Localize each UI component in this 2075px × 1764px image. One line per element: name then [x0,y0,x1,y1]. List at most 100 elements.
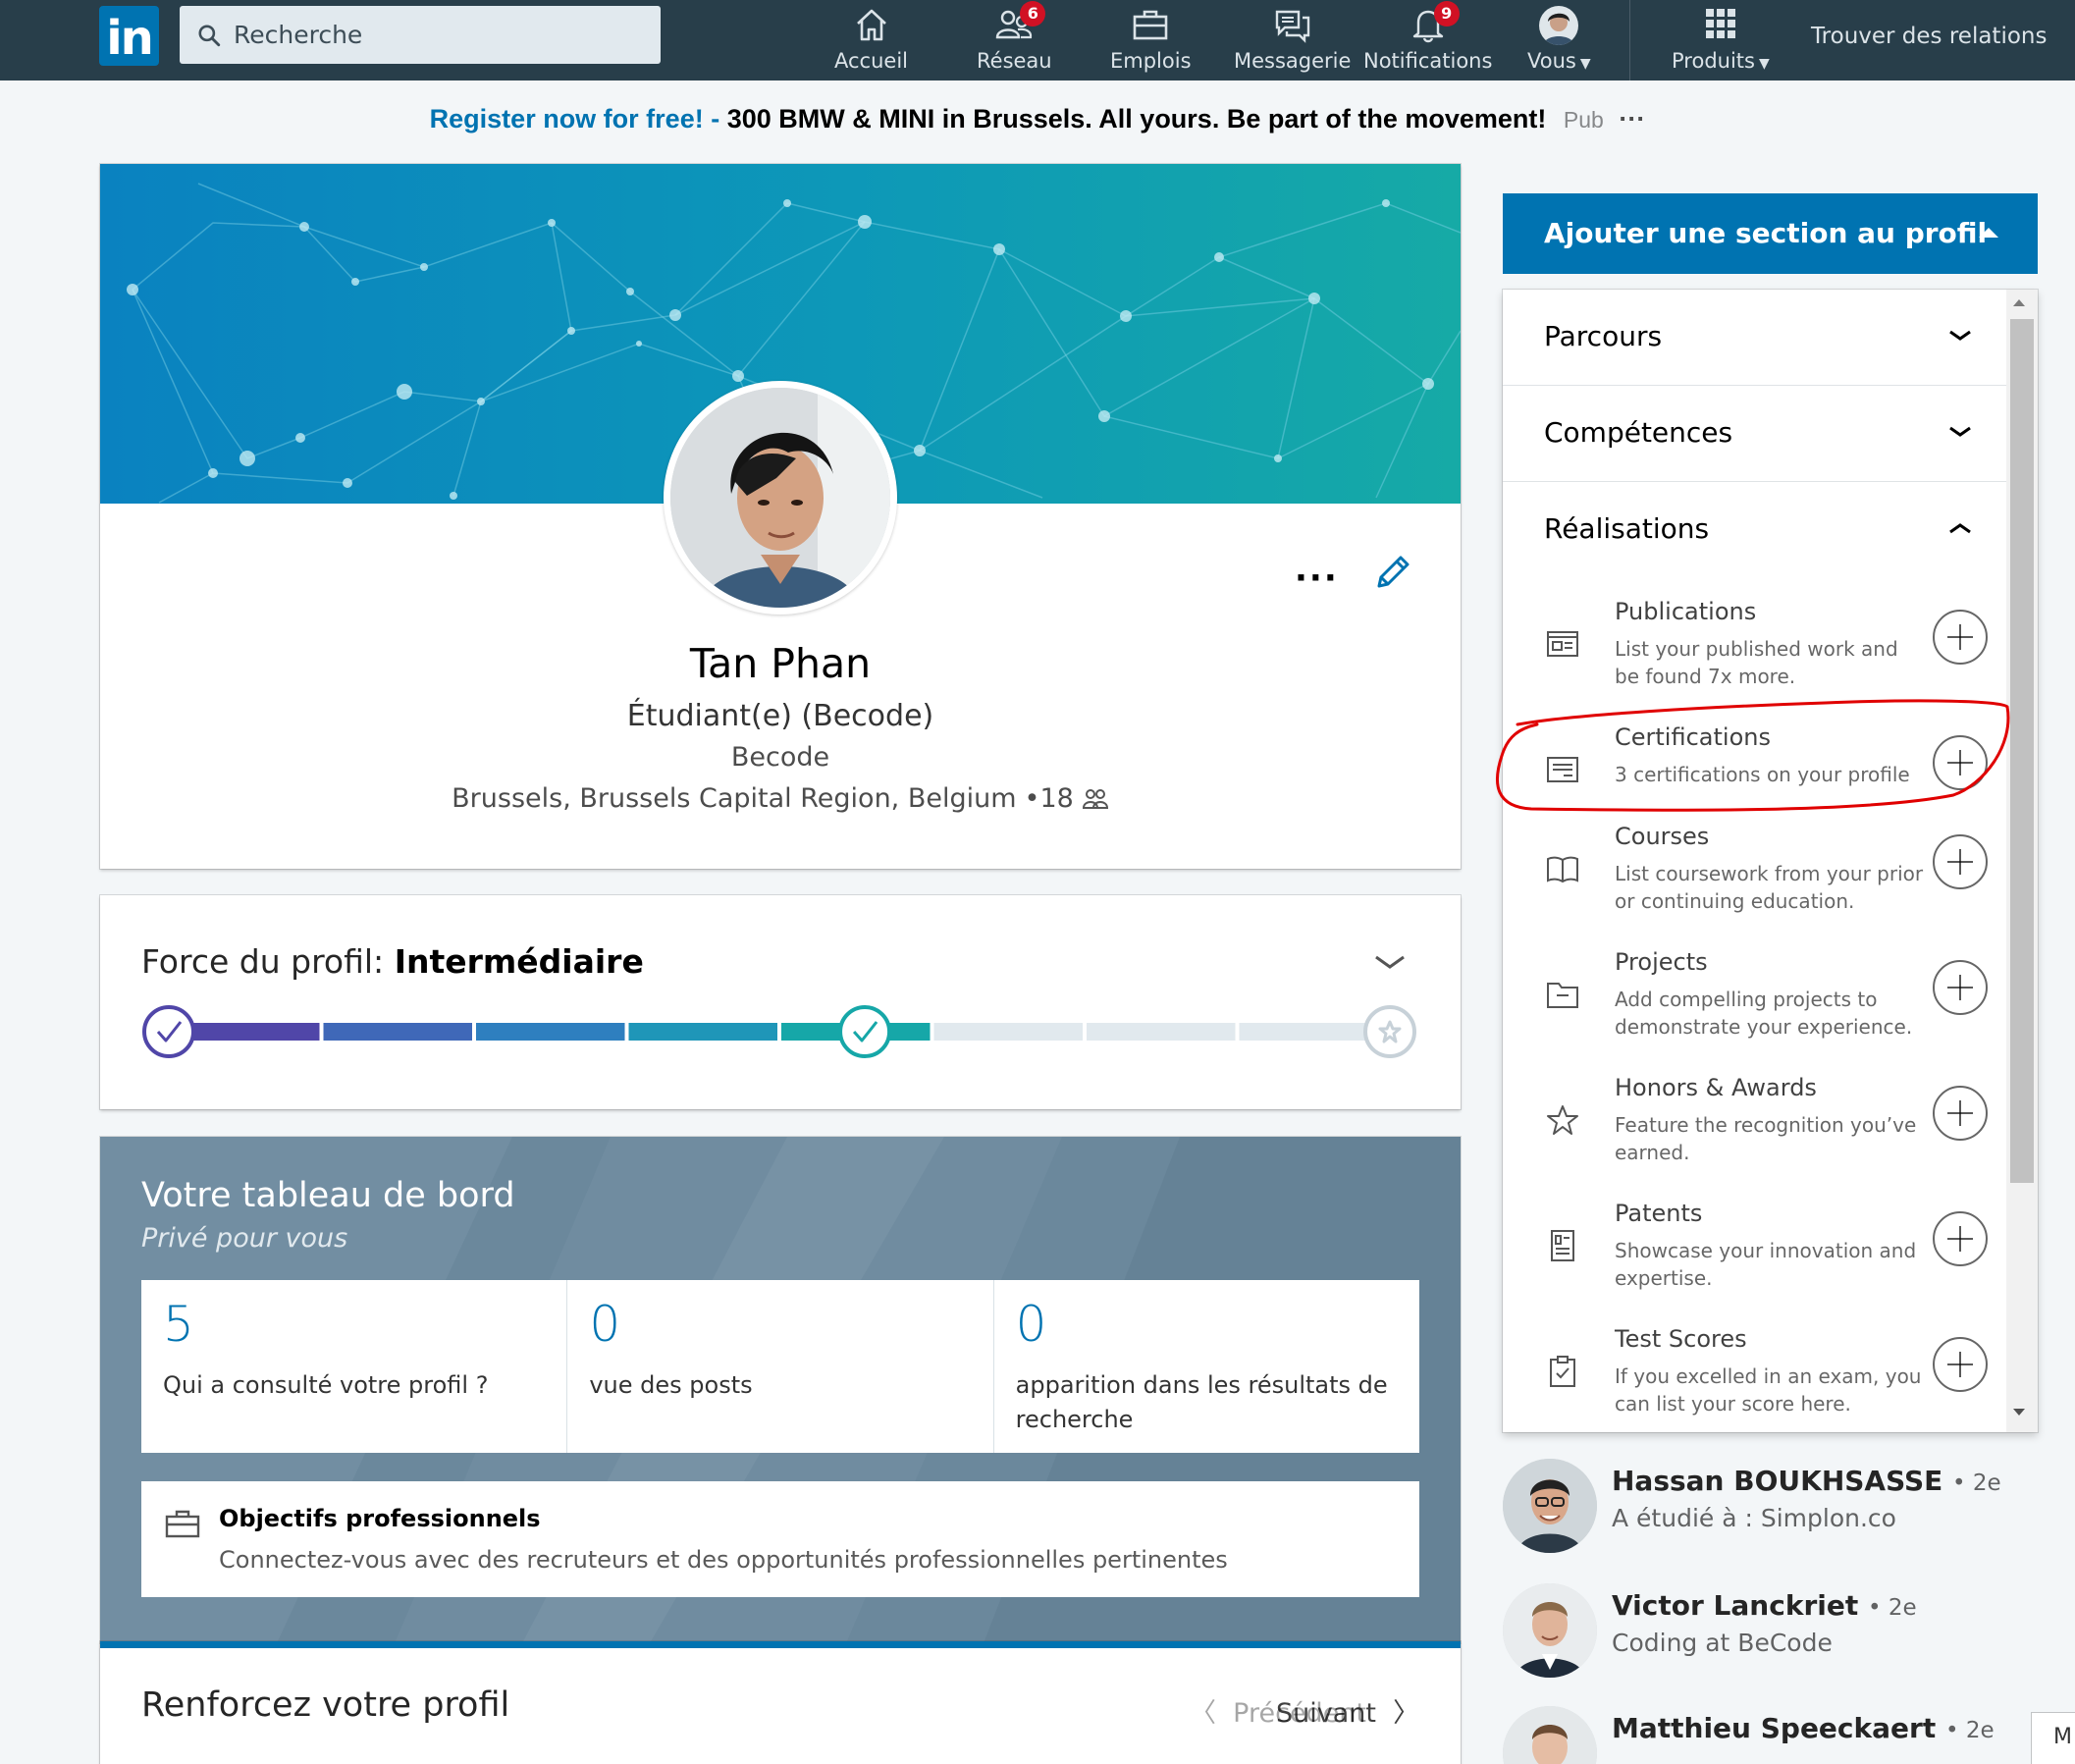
profile-company[interactable]: Becode [100,742,1461,773]
grid-icon [1705,9,1735,38]
nav-home[interactable]: Accueil [834,4,908,79]
ad-more-button[interactable]: ··· [1619,104,1645,134]
dashboard-card: Votre tableau de bord Privé pour vous 5 … [100,1137,1461,1643]
search-icon [198,24,221,46]
achievement-description: List coursework from your prior or conti… [1615,862,1924,913]
stat-post-views[interactable]: 0 vue des posts [567,1280,994,1453]
profile-more-button[interactable]: ··· [1295,559,1339,598]
add-honor-button[interactable] [1933,1086,1988,1141]
career-goals[interactable]: Objectifs professionnels Connectez-vous … [141,1481,1419,1597]
nav-messaging[interactable]: Messagerie [1234,4,1351,79]
achievement-title: Test Scores [1615,1325,1747,1353]
stat-label: vue des posts [589,1371,753,1399]
star-icon [1547,1105,1578,1135]
add-patent-button[interactable] [1933,1211,1988,1266]
briefcase-icon [1133,10,1168,40]
certificate-icon [1547,757,1578,782]
network-badge: 6 [1020,1,1046,27]
scroll-up-arrow[interactable] [2013,299,2025,306]
achievement-title: Publications [1615,598,1757,625]
achievement-description: Feature the recognition you’ve earned. [1615,1113,1917,1164]
add-project-button[interactable] [1933,960,1988,1015]
achievement-description: List your published work and be found 7x… [1615,637,1898,688]
dashboard-stats: 5 Qui a consulté votre profil ? 0 vue de… [141,1280,1419,1453]
achievement-honors: Honors & Awards Feature the recognition … [1503,1074,2006,1200]
stat-profile-views[interactable]: 5 Qui a consulté votre profil ? [141,1280,568,1453]
add-profile-section-button[interactable]: Ajouter une section au profil [1503,193,2038,274]
meter-segment [1087,1023,1236,1041]
scrollbar-thumb[interactable] [2010,319,2034,1183]
person-name: Hassan BOUKHSASSE • 2e [1612,1465,2001,1497]
linkedin-logo[interactable]: in [99,6,159,66]
ad-pub-label: Pub [1563,107,1604,133]
publication-icon [1547,631,1578,657]
top-nav: in Accueil 6 Réseau Emplois Messagerie 9… [0,0,2075,80]
avatar [1539,6,1579,45]
messaging-tab[interactable]: M [2032,1713,2075,1764]
add-publication-button[interactable] [1933,610,1988,665]
person-suggestion[interactable]: Hassan BOUKHSASSE • 2e A étudié à : Simp… [1503,1459,2052,1557]
add-course-button[interactable] [1933,834,1988,889]
scroll-down-arrow[interactable] [2013,1409,2025,1416]
nav-notifications[interactable]: 9 Notifications [1363,1,1493,79]
accordion-accomplishments[interactable]: Réalisations [1503,482,2006,578]
search-input[interactable] [234,21,646,49]
edit-pencil-icon[interactable] [1373,553,1412,592]
add-section-label: Ajouter une section au profil [1544,217,1988,249]
next-button[interactable]: Suivant 〉 [1276,1691,1419,1730]
person-name: Victor Lanckriet • 2e [1612,1589,1917,1622]
ad-banner: Register now for free! - 300 BMW & MINI … [0,104,2075,134]
book-icon [1547,856,1578,883]
nav-divider [1629,0,1630,80]
achievement-publications: Publications List your published work an… [1503,598,2006,723]
accordion-background[interactable]: Parcours [1503,290,2006,386]
person-suggestion[interactable]: Matthieu Speeckaert • 2e [1503,1706,2052,1764]
add-test-score-button[interactable] [1933,1337,1988,1392]
location-text: Brussels, Brussels Capital Region, Belgi… [452,783,1017,814]
achievement-patents: Patents Showcase your innovation and exp… [1503,1200,2006,1325]
folder-icon [1547,983,1578,1008]
achievement-description: If you excelled in an exam, you can list… [1615,1364,1922,1416]
person-suggestion[interactable]: Victor Lanckriet • 2e Coding at BeCode [1503,1583,2052,1682]
achievement-projects: Projects Add compelling projects to demo… [1503,948,2006,1074]
achievement-title: Certifications [1615,723,1771,751]
meter-segment [476,1023,625,1041]
accordion-label: Parcours [1544,320,1663,352]
add-certification-button[interactable] [1933,735,1988,790]
goals-title: Objectifs professionnels [219,1505,541,1532]
chevron-up-icon [1949,523,1971,534]
search-box[interactable] [180,6,661,64]
accordion-label: Compétences [1544,416,1733,449]
meter-start-check-icon [142,1005,195,1058]
person-avatar [1503,1459,1597,1553]
meter-segment [323,1023,472,1041]
achievement-description: Showcase your innovation and expertise. [1615,1239,1917,1290]
meter-segment [933,1023,1083,1041]
nav-jobs[interactable]: Emplois [1110,4,1192,79]
person-name: Matthieu Speeckaert • 2e [1612,1712,1995,1744]
notifications-badge: 9 [1433,1,1460,27]
profile-photo[interactable] [664,381,897,615]
goals-description: Connectez-vous avec des recruteurs et de… [219,1546,1228,1574]
find-connections-link[interactable]: Trouver des relations [1811,24,2047,49]
strengthen-title: Renforcez votre profil [141,1685,510,1725]
accordion-label: Réalisations [1544,512,1710,545]
ad-text[interactable]: 300 BMW & MINI in Brussels. All yours. B… [727,104,1547,134]
strengthen-profile-card: Renforcez votre profil 〈 Précédent Suiva… [100,1641,1461,1764]
ad-link[interactable]: Register now for free! - [430,104,720,134]
connections-count[interactable]: •18 [1025,783,1074,814]
profile-location: Brussels, Brussels Capital Region, Belgi… [100,783,1461,814]
nav-products[interactable]: Produits ▼ [1672,4,1770,79]
stat-value: 5 [163,1296,194,1353]
chevron-down-icon[interactable] [1372,950,1408,974]
stat-search-appearances[interactable]: 0 apparition dans les résultats de reche… [994,1280,1419,1453]
achievement-title: Projects [1615,948,1708,976]
nav-label: Emplois [1110,49,1192,73]
nav-network[interactable]: 6 Réseau [977,1,1052,79]
home-icon [856,9,886,41]
nav-me[interactable]: Vous ▼ [1527,4,1591,79]
achievement-title: Courses [1615,823,1710,850]
briefcase-icon [165,1510,200,1538]
nav-label: Notifications [1363,49,1493,73]
accordion-skills[interactable]: Compétences [1503,386,2006,482]
